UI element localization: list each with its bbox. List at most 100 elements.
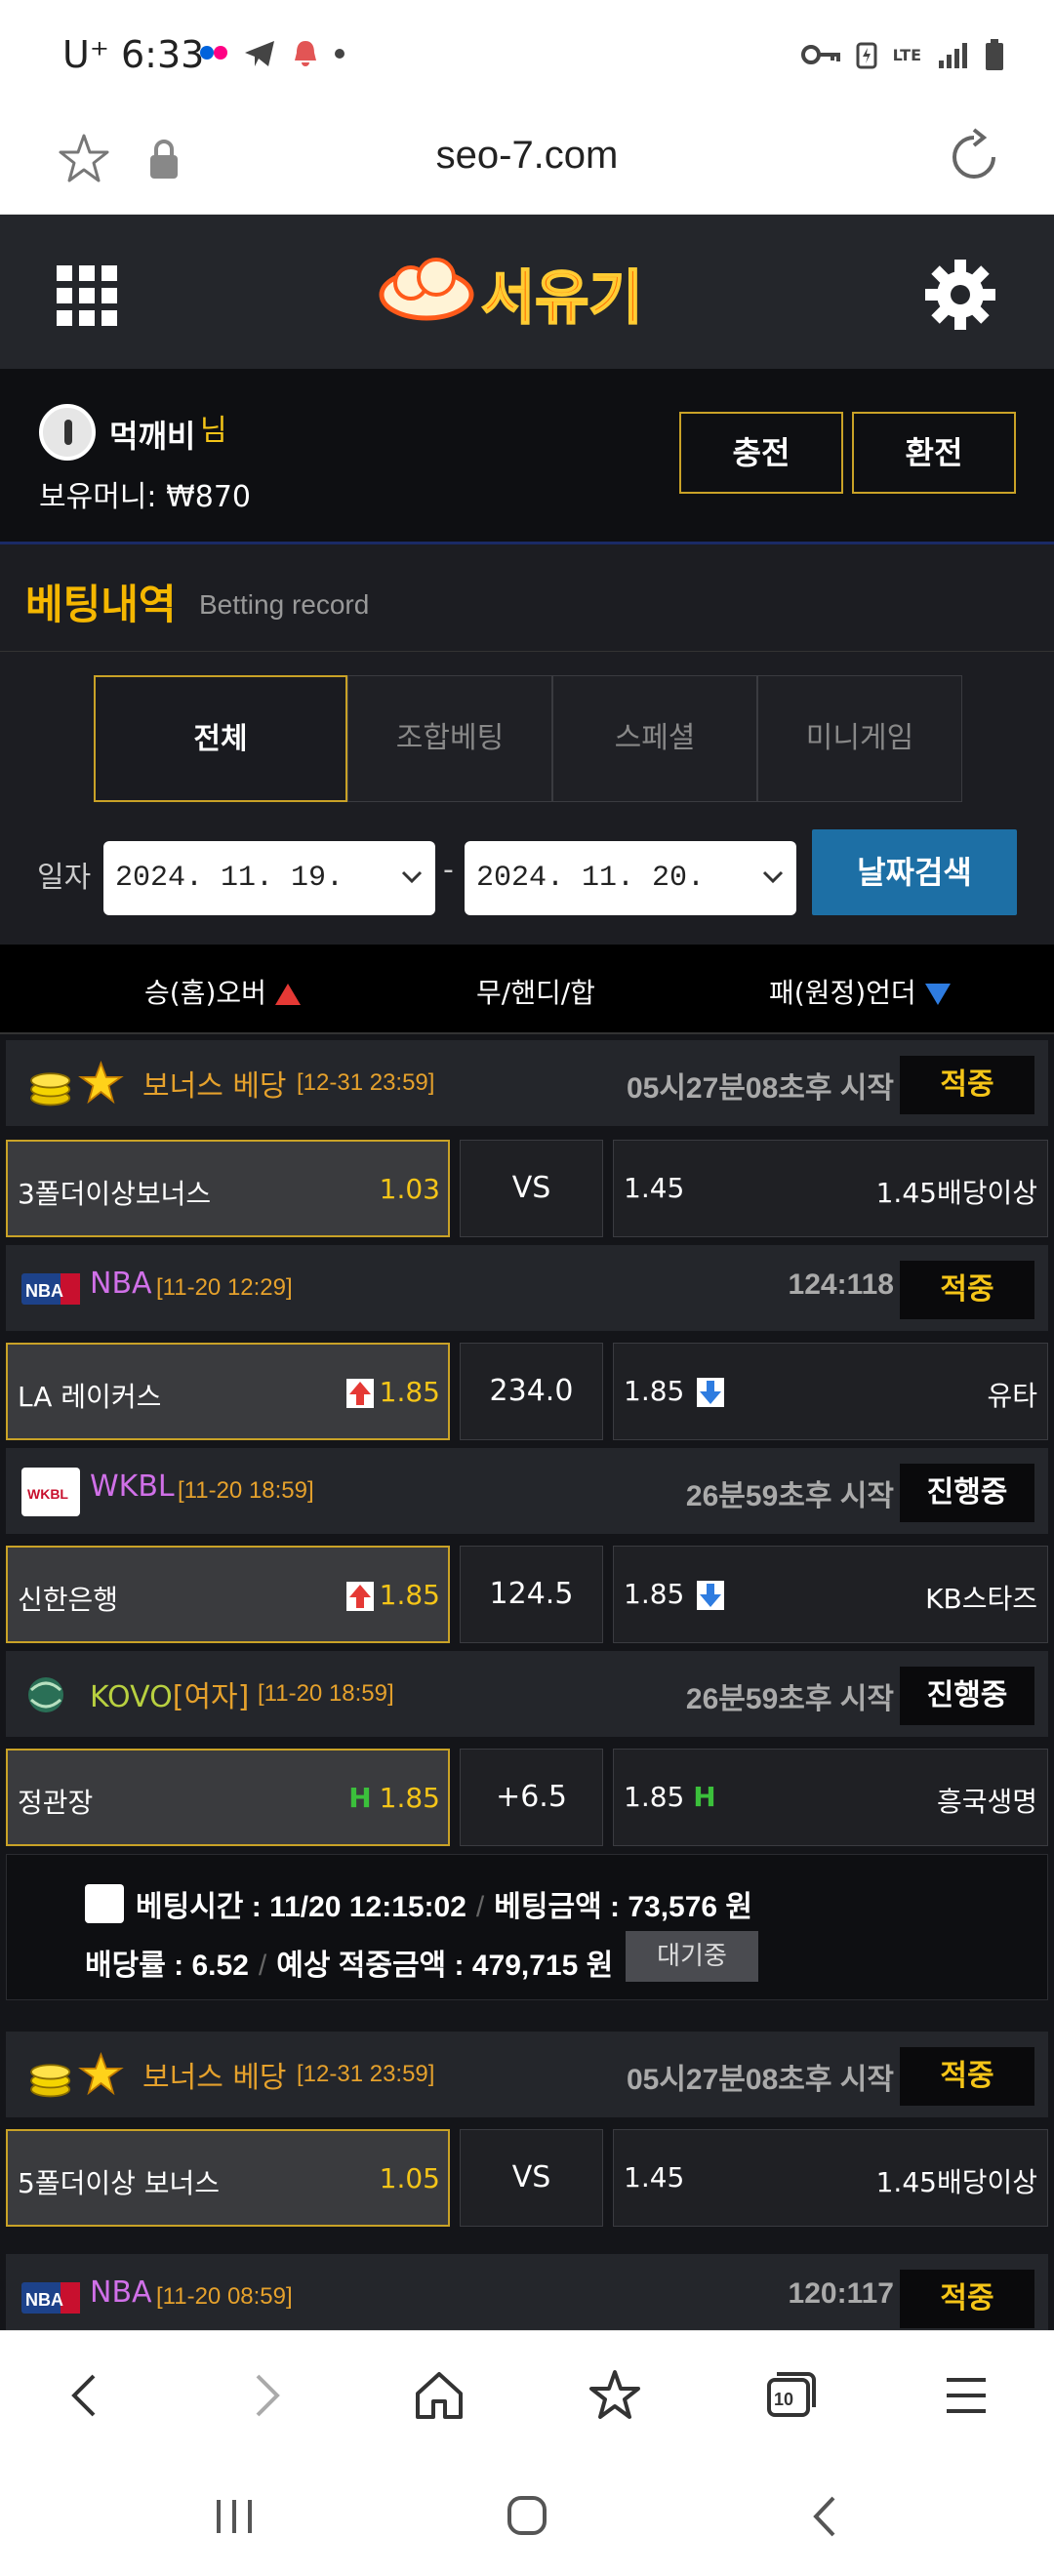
mid-odd-cell[interactable]: VS	[460, 2129, 603, 2227]
status-badge: 적중	[900, 1261, 1034, 1319]
mid-odd-cell[interactable]: 124.5	[460, 1546, 603, 1643]
avatar	[39, 404, 96, 461]
league-time: [12-31 23:59]	[297, 1069, 435, 1096]
charge-button[interactable]: 충전	[679, 412, 843, 494]
bet-rate-line: 배당률 : 6.52/예상 적중금액 : 479,715 원	[85, 1950, 614, 1982]
wkbl-logo-icon: WKBL	[21, 1468, 80, 1516]
grid-menu-icon[interactable]	[57, 265, 117, 326]
coin-icon	[30, 2052, 124, 2098]
home-odd-cell[interactable]: LA 레이커스 1.85	[6, 1343, 450, 1440]
svg-text:10: 10	[774, 2390, 793, 2409]
away-rate: 1.85	[624, 1375, 730, 1407]
notification-icons	[200, 39, 345, 68]
mid-odd-cell[interactable]: 234.0	[460, 1343, 603, 1440]
select-checkbox[interactable]	[85, 1884, 124, 1923]
status-badge: 적중	[900, 2047, 1034, 2106]
bet-time-line: 베팅시간 : 11/20 12:15:02/베팅금액 : 73,576 원	[136, 1891, 753, 1923]
away-rate: 1.45	[624, 1172, 685, 1204]
home-odd-cell[interactable]: 5폴더이상 보너스 1.05	[6, 2129, 450, 2227]
tab-combo[interactable]: 조합베팅	[347, 675, 552, 802]
home-rate: 1.03	[379, 1173, 440, 1205]
status-badge: 적중	[900, 1056, 1034, 1114]
home-odd-cell[interactable]: 신한은행 1.85	[6, 1546, 450, 1643]
svg-text:NBA: NBA	[25, 1281, 63, 1301]
mid-odd-cell[interactable]: +6.5	[460, 1749, 603, 1846]
page-title-bar: 베팅내역 Betting record	[0, 544, 1054, 652]
away-odd-cell[interactable]: 1.85 KB스타즈	[613, 1546, 1048, 1643]
away-team: 1.45배당이상	[875, 2166, 1037, 2198]
handicap-icon: H	[348, 1782, 372, 1814]
down-arrow-icon	[697, 1581, 725, 1610]
tab-all[interactable]: 전체	[94, 675, 347, 802]
date-from-select[interactable]: 2024. 11. 19.	[103, 841, 435, 915]
key-icon	[800, 45, 840, 64]
back-icon[interactable]	[57, 2366, 115, 2425]
league-time: [11-20 08:59]	[156, 2283, 293, 2310]
home-button-icon[interactable]	[498, 2492, 556, 2541]
home-team: 정관장	[18, 1787, 94, 1819]
tab-minigame[interactable]: 미니게임	[757, 675, 962, 802]
league-time: [11-20 18:59]	[178, 1477, 314, 1504]
back-button-icon[interactable]	[796, 2492, 855, 2541]
bookmarks-icon[interactable]	[586, 2366, 644, 2425]
flickr-icon	[200, 45, 227, 63]
mid-odd-cell[interactable]: VS	[460, 1140, 603, 1237]
league-time: [11-20 12:29]	[156, 1274, 293, 1301]
forward-icon[interactable]	[236, 2366, 295, 2425]
status-badge: 대기중	[626, 1931, 758, 1982]
league-row: NBA NBA [11-20 12:29] 124:118 적중	[6, 1245, 1048, 1331]
odds-row: LA 레이커스 1.85 234.0 1.85 유타	[6, 1343, 1048, 1440]
league-row: NBA NBA [11-20 08:59] 120:117 적중	[6, 2254, 1048, 2330]
odds-row: 5폴더이상 보너스 1.05 VS 1.45 1.45배당이상	[6, 2129, 1048, 2227]
kovo-logo-icon	[28, 1677, 63, 1712]
site-logo[interactable]: 서유기	[376, 240, 678, 345]
tabs-icon[interactable]: 10	[761, 2366, 820, 2425]
away-team: 1.45배당이상	[875, 1177, 1037, 1209]
game-score: 120:117	[788, 2277, 894, 2310]
home-team: 신한은행	[18, 1584, 119, 1616]
date-to-select[interactable]: 2024. 11. 20.	[465, 841, 796, 915]
league-row: 보너스 베당 [12-31 23:59] 05시27분08초후 시작 적중	[6, 1040, 1048, 1126]
system-nav-bar	[0, 2457, 1054, 2576]
home-icon[interactable]	[410, 2366, 468, 2425]
away-odd-cell[interactable]: 1.45 1.45배당이상	[613, 1140, 1048, 1237]
home-odd-cell[interactable]: 3폴더이상보너스 1.03	[6, 1140, 450, 1237]
system-icons: LTE	[800, 39, 1005, 70]
menu-icon[interactable]	[937, 2366, 995, 2425]
game-score: 124:118	[788, 1268, 894, 1301]
user-suffix: 님	[200, 414, 227, 448]
away-odd-cell[interactable]: 1.85 H 흥국생명	[613, 1749, 1048, 1846]
down-arrow-icon	[697, 1378, 725, 1407]
gear-icon[interactable]	[921, 256, 999, 334]
url-text[interactable]: seo-7.com	[0, 134, 1054, 178]
league-name: NBA	[90, 1267, 152, 1301]
home-rate: H 1.85	[348, 1782, 440, 1814]
battery-saver-icon	[856, 42, 877, 69]
league-name: WKBL	[90, 1469, 175, 1504]
chevron-down-icon	[762, 870, 784, 884]
league-time: [11-20 18:59]	[258, 1680, 394, 1707]
money-balance: 보유머니: ₩870	[39, 480, 251, 514]
date-label: 일자	[37, 861, 92, 895]
filter-area: 전체 조합베팅 스페셜 미니게임 일자 2024. 11. 19. - 2024…	[0, 652, 1054, 945]
away-odd-cell[interactable]: 1.45 1.45배당이상	[613, 2129, 1048, 2227]
league-row: 보너스 베당 [12-31 23:59] 05시27분08초후 시작 적중	[6, 2032, 1048, 2117]
away-rate: 1.85 H	[624, 1781, 716, 1813]
away-odd-cell[interactable]: 1.85 유타	[613, 1343, 1048, 1440]
logo-text: 서유기	[481, 264, 643, 333]
home-rate: 1.85	[345, 1376, 440, 1408]
telegram-icon	[245, 41, 274, 66]
date-search-button[interactable]: 날짜검색	[812, 829, 1017, 915]
home-team: 3폴더이상보너스	[18, 1178, 212, 1210]
tab-special[interactable]: 스페셜	[552, 675, 757, 802]
col-away: 패(원정)언더	[769, 972, 951, 1011]
recent-apps-icon[interactable]	[205, 2492, 264, 2541]
exchange-button[interactable]: 환전	[852, 412, 1016, 494]
status-badge: 진행중	[900, 1464, 1034, 1522]
bet-summary: 베팅시간 : 11/20 12:15:02/베팅금액 : 73,576 원 배당…	[6, 1854, 1048, 2000]
home-odd-cell[interactable]: 정관장 H 1.85	[6, 1749, 450, 1846]
away-rate: 1.85	[624, 1578, 730, 1610]
reload-icon[interactable]	[945, 128, 1003, 186]
handicap-icon: H	[693, 1781, 716, 1813]
away-team: 유타	[987, 1380, 1037, 1412]
